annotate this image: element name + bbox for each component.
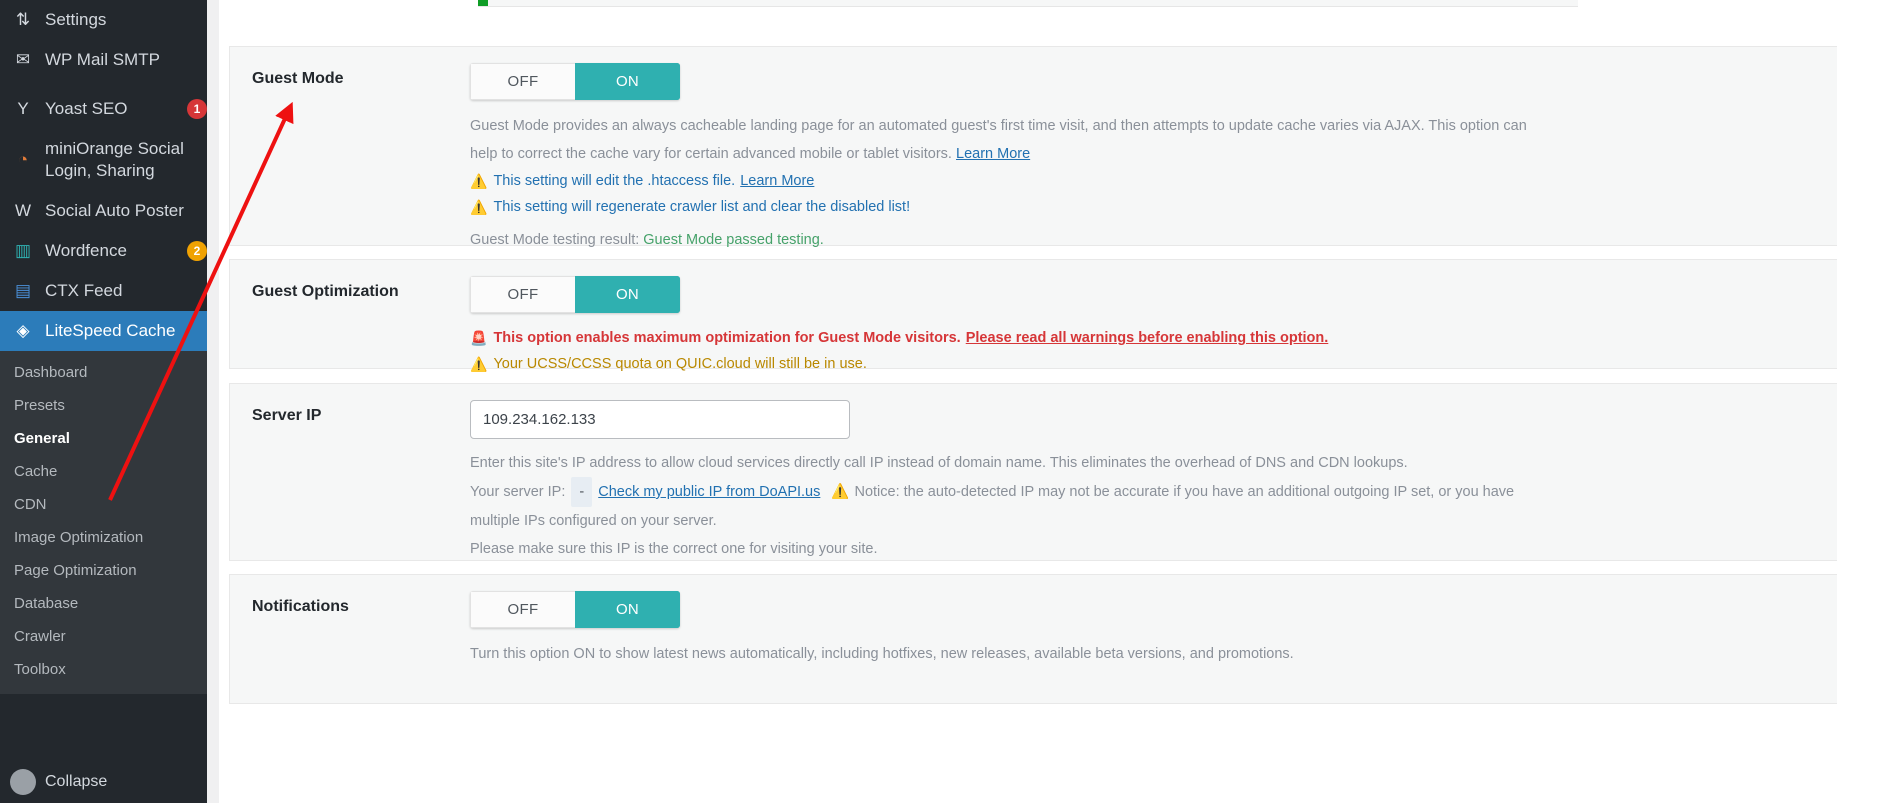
sidebar-item-general[interactable]: General xyxy=(0,422,207,455)
mail-icon: ✉ xyxy=(15,50,31,69)
setting-row-notifications: Notifications OFF ON Turn this option ON… xyxy=(229,574,1862,704)
warning-triangle-icon: ⚠️ xyxy=(470,199,488,215)
server-ip-title: Server IP xyxy=(252,407,322,424)
content-right-edge xyxy=(1837,0,1862,803)
sidebar-item-cache[interactable]: Cache xyxy=(0,455,207,488)
sidebar-main-menu: ⇅ Settings ✉ WP Mail SMTP Y Yoast SEO 1 … xyxy=(0,0,207,351)
guest-mode-test-label: Guest Mode testing result: xyxy=(470,232,640,248)
sidebar-item-label: Wordfence xyxy=(45,241,127,260)
sidebar-item-label: LiteSpeed Cache xyxy=(45,321,176,340)
sidebar-item-label: miniOrange Social Login, Sharing xyxy=(45,139,184,180)
avatar-icon xyxy=(10,769,36,795)
server-ip-detected-line: Your server IP: - Check my public IP from … xyxy=(470,477,1520,535)
settings-sliders-icon: ⇅ xyxy=(15,10,31,29)
setting-row-guest-optimization: Guest Optimization OFF ON 🚨 This option … xyxy=(229,259,1862,372)
notifications-toggle-off[interactable]: OFF xyxy=(470,591,575,628)
warning-triangle-icon: ⚠️ xyxy=(831,484,850,500)
social-auto-poster-icon: W xyxy=(14,201,32,220)
guest-optimization-note-quota: ⚠️ Your UCSS/CCSS quota on QUIC.cloud wi… xyxy=(470,351,1841,377)
guest-mode-description: Guest Mode provides an always cacheable … xyxy=(470,112,1530,168)
server-ip-description: Enter this site's IP address to allow cl… xyxy=(470,455,1408,471)
guest-optimization-note-quota-text: Your UCSS/CCSS quota on QUIC.cloud will … xyxy=(493,356,867,372)
sidebar-item-label: Yoast SEO xyxy=(45,99,128,118)
guest-optimization-note-danger-text: This option enables maximum optimization… xyxy=(493,330,961,346)
warning-triangle-icon: ⚠️ xyxy=(470,173,488,189)
miniorange-icon: ◔ xyxy=(17,150,29,169)
yoast-icon: Y xyxy=(17,99,29,118)
sidebar-collapse-label: Collapse xyxy=(45,773,108,790)
guest-mode-note-crawler: ⚠️ This setting will regenerate crawler … xyxy=(470,194,1841,220)
screen-root: ⇅ Settings ✉ WP Mail SMTP Y Yoast SEO 1 … xyxy=(0,0,1880,803)
sidebar-badge-count: 2 xyxy=(187,241,207,261)
warning-triangle-icon: ⚠️ xyxy=(470,356,488,372)
guest-optimization-note-danger: 🚨 This option enables maximum optimizati… xyxy=(470,325,1841,351)
siren-alarm-icon: 🚨 xyxy=(470,330,488,346)
sidebar-item-settings[interactable]: ⇅ Settings xyxy=(0,0,207,40)
guest-optimization-warnings-link[interactable]: Please read all warnings before enabling… xyxy=(966,325,1329,351)
green-indicator xyxy=(478,0,488,6)
sidebar-item-toolbox[interactable]: Toolbox xyxy=(0,653,207,686)
sidebar-item-social-auto-poster[interactable]: W Social Auto Poster xyxy=(0,191,207,231)
guest-mode-test-result: Guest Mode testing result: Guest Mode pa… xyxy=(470,226,1841,254)
guest-mode-toggle-on[interactable]: ON xyxy=(575,63,680,100)
sidebar-item-page-optimization[interactable]: Page Optimization xyxy=(0,554,207,587)
guest-mode-note-htaccess: ⚠️ This setting will edit the .htaccess … xyxy=(470,168,1841,194)
notifications-description: Turn this option ON to show latest news … xyxy=(470,646,1294,662)
sidebar-item-label: Social Auto Poster xyxy=(45,201,184,220)
sidebar-item-wp-mail-smtp[interactable]: ✉ WP Mail SMTP xyxy=(0,40,207,80)
notifications-title: Notifications xyxy=(252,598,349,615)
content-left-gutter xyxy=(207,0,219,803)
sidebar-item-image-optimization[interactable]: Image Optimization xyxy=(0,521,207,554)
sidebar-item-presets[interactable]: Presets xyxy=(0,389,207,422)
guest-optimization-toggle-on[interactable]: ON xyxy=(575,276,680,313)
sidebar-collapse-item[interactable]: Collapse xyxy=(0,761,207,803)
guest-mode-learn-more-link[interactable]: Learn More xyxy=(956,146,1030,162)
guest-optimization-title: Guest Optimization xyxy=(252,283,399,300)
sidebar-item-label: WP Mail SMTP xyxy=(45,50,160,69)
sidebar-submenu-litespeed: Dashboard Presets General Cache CDN Imag… xyxy=(0,351,207,694)
sidebar-item-miniorange-social-login[interactable]: ◔ miniOrange Social Login, Sharing xyxy=(0,129,207,191)
notifications-toggle[interactable]: OFF ON xyxy=(470,591,680,628)
guest-mode-title: Guest Mode xyxy=(252,70,344,87)
guest-mode-note-learn-more-link[interactable]: Learn More xyxy=(740,168,814,194)
sidebar-item-ctx-feed[interactable]: ▤ CTX Feed xyxy=(0,271,207,311)
guest-mode-test-value: Guest Mode passed testing. xyxy=(643,232,824,248)
sidebar-item-cdn[interactable]: CDN xyxy=(0,488,207,521)
guest-optimization-toggle[interactable]: OFF ON xyxy=(470,276,680,313)
sidebar-item-yoast-seo[interactable]: Y Yoast SEO 1 xyxy=(0,89,207,129)
settings-form: Guest Mode OFF ON Guest Mode provides an… xyxy=(219,0,1862,803)
guest-mode-note-htaccess-text: This setting will edit the .htaccess fil… xyxy=(493,173,736,189)
guest-mode-toggle[interactable]: OFF ON xyxy=(470,63,680,100)
sidebar-item-label: Settings xyxy=(45,10,107,29)
guest-mode-toggle-off[interactable]: OFF xyxy=(470,63,575,100)
sidebar-item-litespeed-cache[interactable]: ◈ LiteSpeed Cache xyxy=(0,311,207,351)
sidebar-separator xyxy=(0,80,207,89)
admin-sidebar: ⇅ Settings ✉ WP Mail SMTP Y Yoast SEO 1 … xyxy=(0,0,207,803)
sidebar-item-database[interactable]: Database xyxy=(0,587,207,620)
your-server-ip-label: Your server IP: xyxy=(470,484,566,500)
check-public-ip-link[interactable]: Check my public IP from DoAPI.us xyxy=(598,484,820,500)
setting-row-guest-mode: Guest Mode OFF ON Guest Mode provides an… xyxy=(229,46,1862,248)
litespeed-icon: ◈ xyxy=(16,321,30,340)
notifications-toggle-on[interactable]: ON xyxy=(575,591,680,628)
ctx-feed-icon: ▤ xyxy=(14,281,32,300)
guest-optimization-toggle-off[interactable]: OFF xyxy=(470,276,575,313)
your-server-ip-value: - xyxy=(571,477,593,507)
sidebar-item-dashboard[interactable]: Dashboard xyxy=(0,356,207,389)
setting-row-server-ip: Server IP Enter this site's IP address t… xyxy=(229,383,1862,561)
sidebar-item-wordfence[interactable]: ▥ Wordfence 2 xyxy=(0,231,207,271)
server-ip-input[interactable] xyxy=(470,400,850,439)
previous-row-sliver xyxy=(478,0,1578,7)
main-content-area: Guest Mode OFF ON Guest Mode provides an… xyxy=(207,0,1880,803)
sidebar-item-label: CTX Feed xyxy=(45,281,123,300)
wordfence-icon: ▥ xyxy=(14,241,32,260)
server-ip-please-make-sure: Please make sure this IP is the correct … xyxy=(470,541,878,557)
guest-mode-note-crawler-text: This setting will regenerate crawler lis… xyxy=(493,199,911,215)
sidebar-badge-count: 1 xyxy=(187,99,207,119)
sidebar-item-crawler[interactable]: Crawler xyxy=(0,620,207,653)
